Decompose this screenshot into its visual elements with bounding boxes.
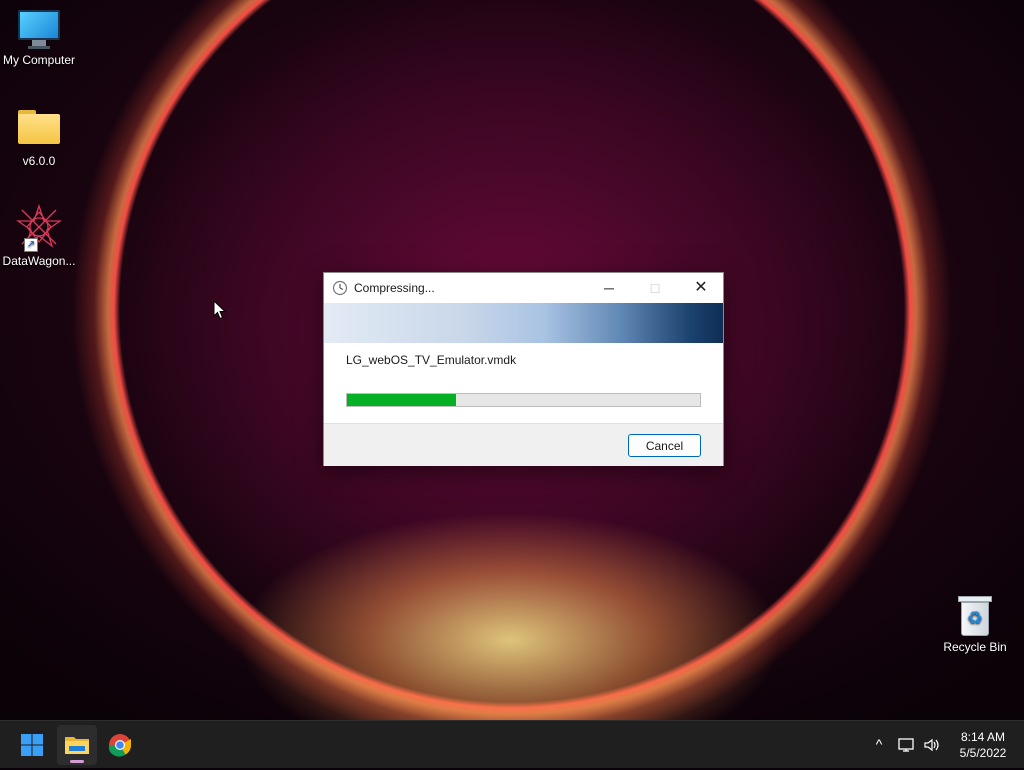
compressing-dialog: Compressing... ─ □ ✕ LG_webOS_TV_Emulato… xyxy=(323,272,724,466)
network-icon[interactable] xyxy=(895,721,919,768)
desktop-icon-label: v6.0.0 xyxy=(22,154,56,168)
desktop-icon-recycle-bin[interactable]: ♻ Recycle Bin xyxy=(936,596,1014,654)
clock-date: 5/5/2022 xyxy=(959,746,1007,760)
desktop-icon-folder[interactable]: v6.0.0 xyxy=(0,110,78,168)
folder-icon xyxy=(65,737,89,754)
taskbar-chrome[interactable] xyxy=(100,725,140,765)
dialog-title: Compressing... xyxy=(354,281,435,295)
close-button[interactable]: ✕ xyxy=(678,273,724,303)
taskbar-file-explorer[interactable] xyxy=(57,725,97,765)
dialog-footer: Cancel xyxy=(324,423,723,466)
dialog-banner xyxy=(324,303,723,343)
recycle-bin-icon: ♻ xyxy=(958,596,992,636)
taskbar-clock[interactable]: 8:14 AM 5/5/2022 xyxy=(948,729,1018,761)
desktop-icon-datawagon[interactable]: ↗ DataWagon... xyxy=(0,203,78,268)
minimize-button[interactable]: ─ xyxy=(586,273,632,303)
windows-start-icon xyxy=(21,734,43,756)
desktop-icon-label: DataWagon... xyxy=(2,254,76,268)
shortcut-arrow-icon: ↗ xyxy=(24,238,38,252)
desktop-icon-my-computer[interactable]: My Computer xyxy=(0,10,78,67)
file-name-label: LG_webOS_TV_Emulator.vmdk xyxy=(346,353,517,367)
running-indicator xyxy=(70,760,84,763)
maximize-button: □ xyxy=(650,280,660,296)
tray-overflow-chevron-icon[interactable]: ^ xyxy=(868,721,890,768)
desktop-icon-label: Recycle Bin xyxy=(943,640,1007,654)
taskbar: ^ 8:14 AM 5/5/2022 xyxy=(0,720,1024,768)
cancel-button[interactable]: Cancel xyxy=(628,434,701,457)
speaker-icon[interactable] xyxy=(920,721,944,768)
progress-bar-fill xyxy=(347,394,456,406)
clock-time: 8:14 AM xyxy=(960,730,1006,744)
clock-icon xyxy=(332,280,348,296)
folder-icon xyxy=(18,110,60,144)
dialog-titlebar[interactable]: Compressing... ─ □ ✕ xyxy=(324,273,723,303)
chrome-icon xyxy=(108,734,131,757)
start-button[interactable] xyxy=(12,725,52,765)
progress-bar xyxy=(346,393,701,407)
monitor-icon xyxy=(18,10,60,49)
datawagon-app-icon: ↗ xyxy=(15,203,63,252)
mouse-pointer-icon xyxy=(213,299,227,325)
desktop-icon-label: My Computer xyxy=(2,53,76,67)
